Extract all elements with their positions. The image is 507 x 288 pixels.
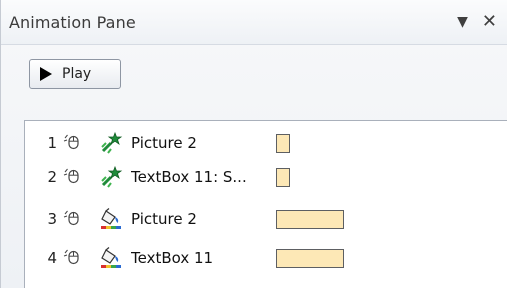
animation-index: 3 xyxy=(47,210,57,228)
animation-list[interactable]: 1 Picture 2 2 TextBox 11: S... 3 Picture… xyxy=(24,120,507,288)
pane-toolbar: Play xyxy=(1,45,507,103)
play-button[interactable]: Play xyxy=(29,59,121,89)
play-button-label: Play xyxy=(62,66,92,82)
timing-bar[interactable] xyxy=(276,248,344,268)
timing-bar[interactable] xyxy=(276,209,344,229)
title-actions: ▼ ✕ xyxy=(457,13,497,31)
paint-bucket-emphasis-icon xyxy=(101,208,121,229)
close-icon[interactable]: ✕ xyxy=(482,13,497,31)
play-triangle-icon xyxy=(40,67,52,81)
mouse-click-icon xyxy=(63,168,79,184)
paint-bucket-emphasis-icon xyxy=(101,247,121,268)
timing-bar[interactable] xyxy=(276,133,290,153)
animation-name: Picture 2 xyxy=(131,210,197,228)
pane-title-bar: Animation Pane ▼ ✕ xyxy=(1,0,507,45)
star-entrance-effect-icon xyxy=(101,131,123,154)
animation-name: TextBox 11 xyxy=(131,249,214,267)
animation-index: 1 xyxy=(47,134,57,152)
mouse-click-icon xyxy=(63,134,79,150)
animation-name: TextBox 11: S... xyxy=(131,168,247,186)
animation-row[interactable]: 3 Picture 2 xyxy=(25,203,507,235)
mouse-click-icon xyxy=(63,249,79,265)
timing-bar[interactable] xyxy=(276,167,290,187)
animation-name: Picture 2 xyxy=(131,134,197,152)
animation-index: 2 xyxy=(47,168,57,186)
animation-row[interactable]: 4 TextBox 11 xyxy=(25,242,507,274)
animation-pane: Animation Pane ▼ ✕ Play 1 Picture 2 2 Te… xyxy=(0,0,507,288)
dropdown-triangle-icon[interactable]: ▼ xyxy=(457,14,468,30)
mouse-click-icon xyxy=(63,210,79,226)
animation-index: 4 xyxy=(47,249,57,267)
star-entrance-effect-icon xyxy=(101,165,123,188)
animation-row[interactable]: 2 TextBox 11: S... xyxy=(25,161,507,193)
animation-row[interactable]: 1 Picture 2 xyxy=(25,127,507,159)
pane-title: Animation Pane xyxy=(9,12,136,32)
